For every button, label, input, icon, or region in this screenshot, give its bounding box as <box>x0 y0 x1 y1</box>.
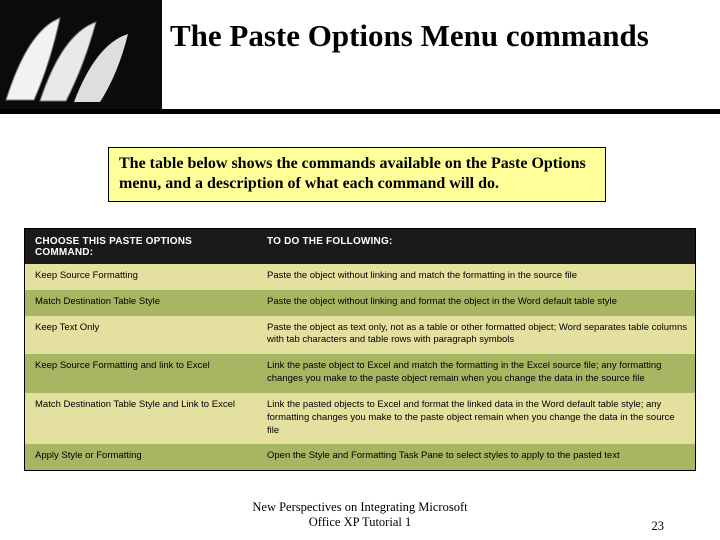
slide: The Paste Options Menu commands The tabl… <box>0 0 720 540</box>
table-row: Apply Style or Formatting Open the Style… <box>25 444 695 470</box>
header-band: The Paste Options Menu commands <box>0 0 720 109</box>
opera-house-icon <box>0 0 162 109</box>
intro-text-box: The table below shows the commands avail… <box>108 147 606 202</box>
page-number: 23 <box>652 519 665 534</box>
table-cell-description: Paste the object as text only, not as a … <box>257 316 697 355</box>
table-header-row: CHOOSE THIS PASTE OPTIONS COMMAND: TO DO… <box>25 229 695 264</box>
table-header-description: TO DO THE FOLLOWING: <box>257 229 697 264</box>
table-row: Match Destination Table Style Paste the … <box>25 290 695 316</box>
table-cell-description: Paste the object without linking and for… <box>257 290 697 316</box>
footer: New Perspectives on Integrating Microsof… <box>0 500 720 534</box>
table-cell-description: Link the pasted objects to Excel and for… <box>257 393 697 444</box>
table-header-command: CHOOSE THIS PASTE OPTIONS COMMAND: <box>25 229 257 264</box>
paste-options-table: CHOOSE THIS PASTE OPTIONS COMMAND: TO DO… <box>24 228 696 471</box>
table-row: Match Destination Table Style and Link t… <box>25 393 695 444</box>
table-cell-description: Link the paste object to Excel and match… <box>257 354 697 393</box>
footer-source-line1: New Perspectives on Integrating Microsof… <box>252 500 467 514</box>
table-cell-command: Apply Style or Formatting <box>25 444 257 470</box>
table-cell-command: Keep Source Formatting and link to Excel <box>25 354 257 393</box>
footer-source: New Perspectives on Integrating Microsof… <box>0 500 720 530</box>
intro-text: The table below shows the commands avail… <box>119 155 586 192</box>
table-row: Keep Source Formatting and link to Excel… <box>25 354 695 393</box>
table-row: Keep Text Only Paste the object as text … <box>25 316 695 355</box>
footer-source-line2: Office XP Tutorial 1 <box>309 515 411 529</box>
table-cell-command: Keep Text Only <box>25 316 257 355</box>
table-cell-command: Match Destination Table Style <box>25 290 257 316</box>
slide-title: The Paste Options Menu commands <box>170 18 718 54</box>
table-row: Keep Source Formatting Paste the object … <box>25 264 695 290</box>
header-image <box>0 0 162 109</box>
table-cell-description: Open the Style and Formatting Task Pane … <box>257 444 697 470</box>
table-cell-command: Keep Source Formatting <box>25 264 257 290</box>
table-cell-description: Paste the object without linking and mat… <box>257 264 697 290</box>
header-rule <box>0 109 720 114</box>
table-cell-command: Match Destination Table Style and Link t… <box>25 393 257 444</box>
